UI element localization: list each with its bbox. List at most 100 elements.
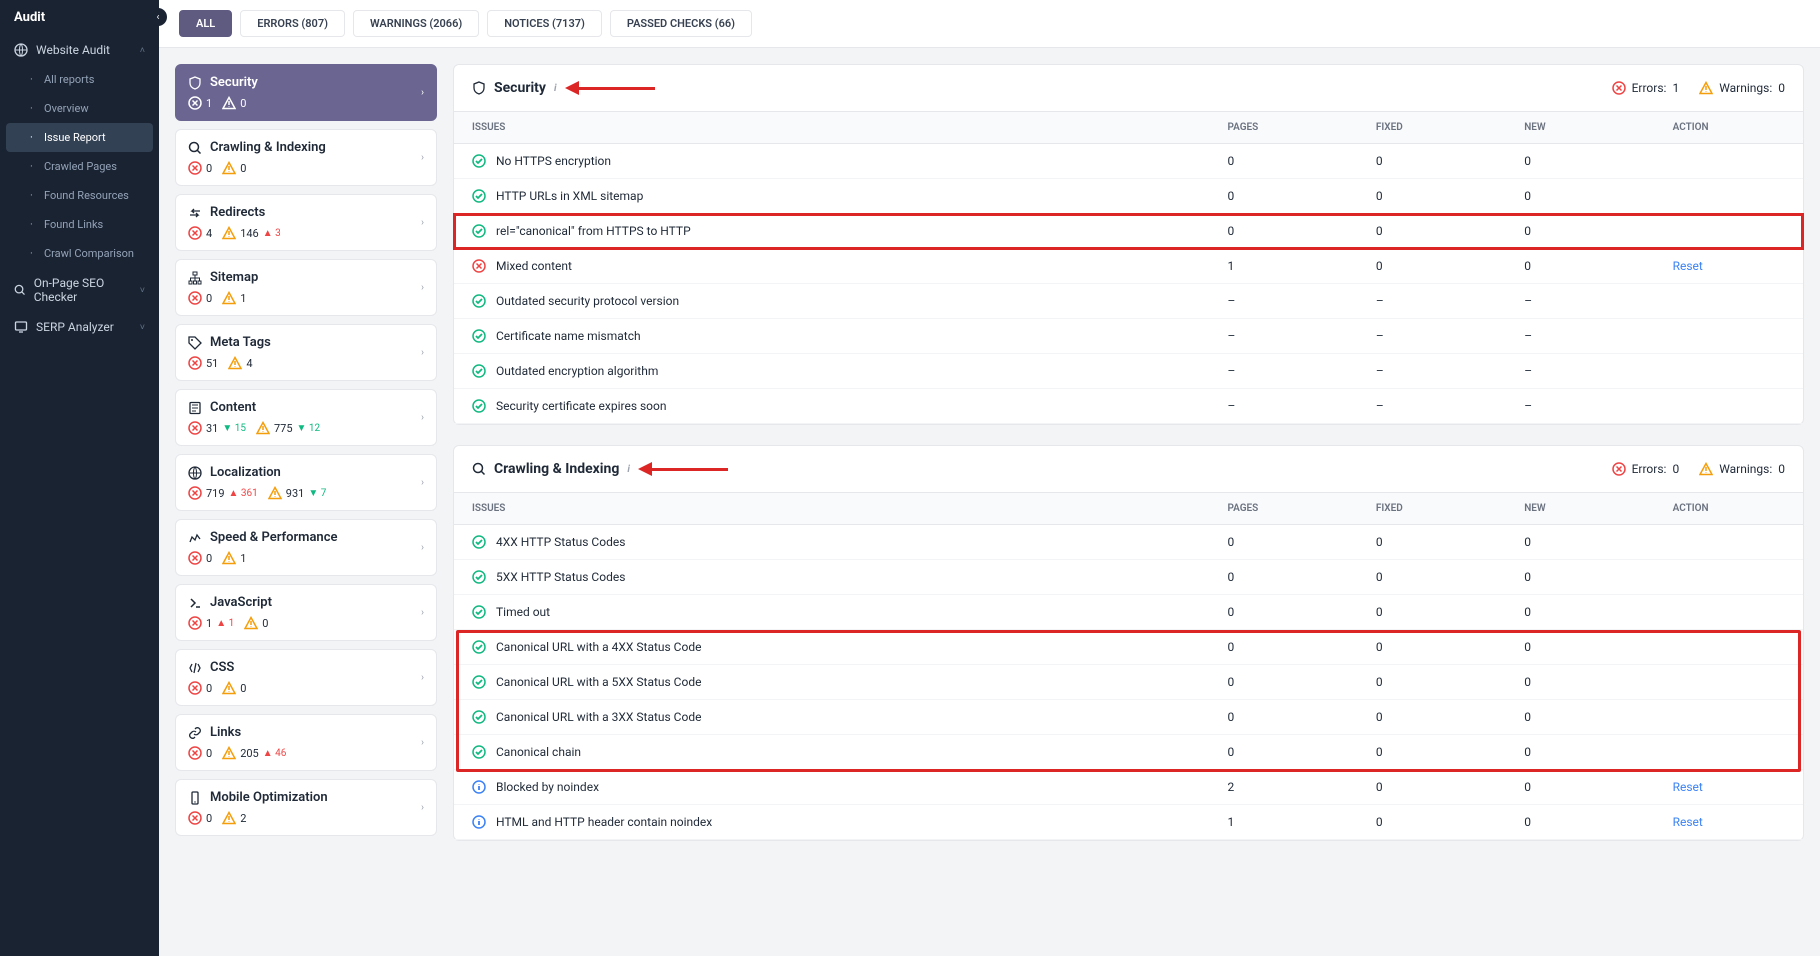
- col-issues[interactable]: ISSUES: [454, 112, 1209, 144]
- pages-count: –: [1209, 354, 1357, 389]
- errors-value: 0: [1672, 462, 1679, 476]
- issue-row[interactable]: Outdated security protocol version – – –: [454, 284, 1803, 319]
- errcircle-icon: [188, 746, 202, 760]
- annotation-arrow: [638, 460, 728, 478]
- warntri-icon: [228, 356, 242, 370]
- nav-section-website-audit[interactable]: Website Audit˄: [0, 35, 159, 65]
- chevron-icon: ˄: [140, 45, 145, 56]
- nav-item-issue-report[interactable]: ·Issue Report: [6, 123, 153, 152]
- category-security[interactable]: Security 1 0 ›: [175, 64, 437, 121]
- error-count: 0: [206, 162, 212, 175]
- reset-link[interactable]: Reset: [1673, 259, 1703, 273]
- col-pages[interactable]: PAGES: [1209, 493, 1357, 525]
- fixed-count: 0: [1358, 595, 1506, 630]
- error-count: 4: [206, 227, 212, 240]
- issue-row[interactable]: HTML and HTTP header contain noindex 1 0…: [454, 805, 1803, 840]
- category-crawling-indexing[interactable]: Crawling & Indexing 0 0 ›: [175, 129, 437, 186]
- chevron-right-icon: ›: [421, 412, 424, 423]
- issue-row[interactable]: rel="canonical" from HTTPS to HTTP 0 0 0: [454, 214, 1803, 249]
- collapse-sidebar-button[interactable]: ‹: [149, 8, 167, 26]
- nav-item-found-resources[interactable]: ·Found Resources: [0, 181, 159, 210]
- issue-row[interactable]: Outdated encryption algorithm – – –: [454, 354, 1803, 389]
- errcircle-icon: [472, 259, 486, 273]
- pages-count: 0: [1209, 525, 1357, 560]
- issue-row[interactable]: Canonical URL with a 5XX Status Code 0 0…: [454, 665, 1803, 700]
- col-issues[interactable]: ISSUES: [454, 493, 1209, 525]
- issue-row[interactable]: Timed out 0 0 0: [454, 595, 1803, 630]
- new-count: –: [1506, 284, 1654, 319]
- category-javascript[interactable]: JavaScript 1▲ 1 0 ›: [175, 584, 437, 641]
- col-fixed[interactable]: FIXED: [1358, 493, 1506, 525]
- issue-row[interactable]: Canonical URL with a 4XX Status Code 0 0…: [454, 630, 1803, 665]
- issue-label: Timed out: [496, 605, 550, 619]
- warnings-label: Warnings:: [1719, 81, 1772, 95]
- category-links[interactable]: Links 0 205▲ 46 ›: [175, 714, 437, 771]
- col-new[interactable]: NEW: [1506, 112, 1654, 144]
- check-icon: [472, 364, 486, 378]
- reset-link[interactable]: Reset: [1673, 815, 1703, 829]
- tab-errors[interactable]: ERRORS (807): [240, 10, 345, 37]
- error-count: 1: [206, 617, 212, 630]
- col-fixed[interactable]: FIXED: [1358, 112, 1506, 144]
- issue-row[interactable]: Mixed content 1 0 0 Reset: [454, 249, 1803, 284]
- warntri-icon: [222, 161, 236, 175]
- nav-item-all-reports[interactable]: ·All reports: [0, 65, 159, 94]
- col-action: ACTION: [1655, 112, 1803, 144]
- category-label: Speed & Performance: [210, 530, 337, 545]
- warning-delta: ▼ 7: [308, 488, 326, 499]
- category-content[interactable]: Content 31▼ 15 775▼ 12 ›: [175, 389, 437, 446]
- tab-notices[interactable]: NOTICES (7137): [487, 10, 602, 37]
- category-label: JavaScript: [210, 595, 272, 610]
- col-pages[interactable]: PAGES: [1209, 112, 1357, 144]
- issue-label: rel="canonical" from HTTPS to HTTP: [496, 224, 691, 238]
- tab-all[interactable]: ALL: [179, 10, 232, 37]
- nav-item-crawled-pages[interactable]: ·Crawled Pages: [0, 152, 159, 181]
- nav-section-on-page-seo-checker[interactable]: On-Page SEO Checker˅: [0, 268, 159, 312]
- redirect-icon: [188, 206, 202, 220]
- category-localization[interactable]: Localization 719▲ 361 931▼ 7 ›: [175, 454, 437, 511]
- issue-row[interactable]: Canonical chain 0 0 0: [454, 735, 1803, 770]
- issue-row[interactable]: No HTTPS encryption 0 0 0: [454, 144, 1803, 179]
- warntri-icon: [222, 96, 236, 110]
- category-label: Security: [210, 75, 258, 90]
- tab-passed[interactable]: PASSED CHECKS (66): [610, 10, 752, 37]
- category-redirects[interactable]: Redirects 4 146▲ 3 ›: [175, 194, 437, 251]
- issue-label: No HTTPS encryption: [496, 154, 611, 168]
- issue-row[interactable]: 4XX HTTP Status Codes 0 0 0: [454, 525, 1803, 560]
- warntri-icon: [1699, 81, 1713, 95]
- pages-count: 0: [1209, 179, 1357, 214]
- nav-item-label: Crawled Pages: [44, 160, 117, 173]
- issue-row[interactable]: HTTP URLs in XML sitemap 0 0 0: [454, 179, 1803, 214]
- shield-icon: [472, 81, 486, 95]
- error-count: 0: [206, 552, 212, 565]
- issue-row[interactable]: Certificate name mismatch – – –: [454, 319, 1803, 354]
- category-meta-tags[interactable]: Meta Tags 51 4 ›: [175, 324, 437, 381]
- tab-warnings[interactable]: WARNINGS (2066): [353, 10, 479, 37]
- issue-row[interactable]: Blocked by noindex 2 0 0 Reset: [454, 770, 1803, 805]
- category-sitemap[interactable]: Sitemap 0 1 ›: [175, 259, 437, 316]
- issue-row[interactable]: Canonical URL with a 3XX Status Code 0 0…: [454, 700, 1803, 735]
- check-icon: [472, 745, 486, 759]
- category-css[interactable]: CSS 0 0 ›: [175, 649, 437, 706]
- check-icon: [472, 329, 486, 343]
- issue-row[interactable]: Security certificate expires soon – – –: [454, 389, 1803, 424]
- info-icon[interactable]: i: [627, 464, 630, 475]
- fixed-count: –: [1358, 319, 1506, 354]
- new-count: 0: [1506, 595, 1654, 630]
- category-speed-performance[interactable]: Speed & Performance 0 1 ›: [175, 519, 437, 576]
- nav-item-crawl-comparison[interactable]: ·Crawl Comparison: [0, 239, 159, 268]
- reset-link[interactable]: Reset: [1673, 780, 1703, 794]
- issue-row[interactable]: 5XX HTTP Status Codes 0 0 0: [454, 560, 1803, 595]
- nav-item-found-links[interactable]: ·Found Links: [0, 210, 159, 239]
- nav-section-serp-analyzer[interactable]: SERP Analyzer˅: [0, 312, 159, 342]
- category-mobile-optimization[interactable]: Mobile Optimization 0 2 ›: [175, 779, 437, 836]
- issue-label: Outdated encryption algorithm: [496, 364, 658, 378]
- new-count: 0: [1506, 665, 1654, 700]
- info-icon[interactable]: i: [554, 83, 557, 94]
- nav-item-overview[interactable]: ·Overview: [0, 94, 159, 123]
- col-new[interactable]: NEW: [1506, 493, 1654, 525]
- fixed-count: 0: [1358, 770, 1506, 805]
- chevron-right-icon: ›: [421, 672, 424, 683]
- fixed-count: –: [1358, 389, 1506, 424]
- issue-label: HTML and HTTP header contain noindex: [496, 815, 712, 829]
